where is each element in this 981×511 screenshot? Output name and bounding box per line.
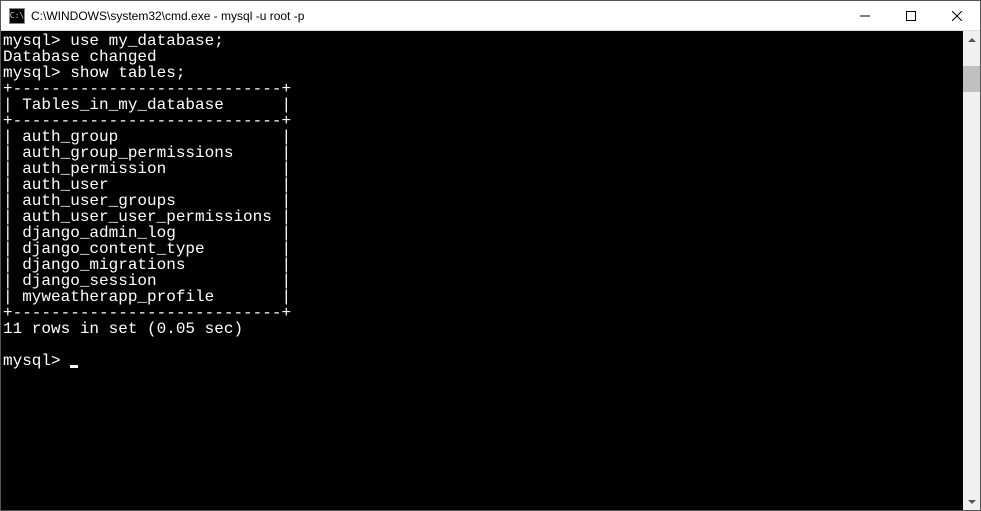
cursor xyxy=(70,365,78,368)
window-controls xyxy=(842,1,980,30)
scrollbar-track[interactable] xyxy=(963,48,980,493)
maximize-button[interactable] xyxy=(888,1,934,30)
scroll-down-arrow-icon[interactable] xyxy=(963,493,980,510)
vertical-scrollbar[interactable] xyxy=(963,31,980,510)
scrollbar-thumb[interactable] xyxy=(963,66,980,92)
window-titlebar: C:\ C:\WINDOWS\system32\cmd.exe - mysql … xyxy=(1,1,980,31)
window-title: C:\WINDOWS\system32\cmd.exe - mysql -u r… xyxy=(31,9,842,23)
minimize-button[interactable] xyxy=(842,1,888,30)
terminal-output[interactable]: mysql> use my_database; Database changed… xyxy=(1,31,963,510)
terminal-container: mysql> use my_database; Database changed… xyxy=(1,31,980,510)
close-button[interactable] xyxy=(934,1,980,30)
result-summary: 11 rows in set (0.05 sec) xyxy=(3,320,243,338)
scroll-up-arrow-icon[interactable] xyxy=(963,31,980,48)
cmd-icon: C:\ xyxy=(9,8,25,24)
prompt: mysql> xyxy=(3,352,61,370)
